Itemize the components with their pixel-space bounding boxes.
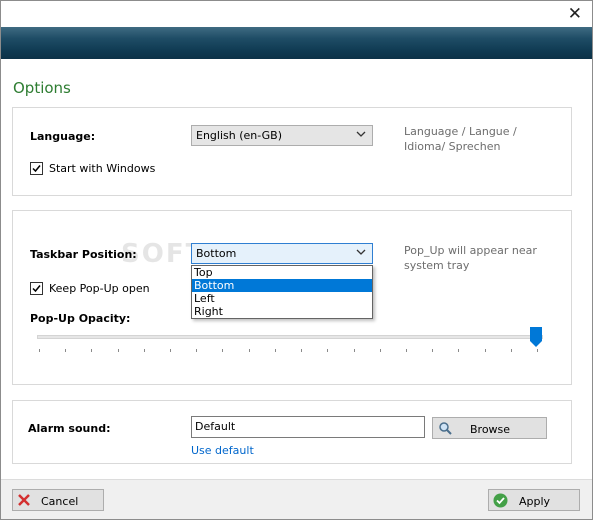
slider-tick [458,349,460,352]
slider-tick [432,349,434,352]
slider-tick [353,349,355,352]
alarm-sound-label: Alarm sound: [28,422,111,435]
title-bar: ✕ [1,1,592,27]
browse-button-label: Browse [470,423,511,436]
slider-tick [170,349,172,352]
slider-tick [405,349,407,352]
popup-opacity-label: Pop-Up Opacity: [30,312,131,325]
slider-tick [196,349,198,352]
language-select-value: English (en-GB) [196,129,282,142]
close-icon[interactable]: ✕ [568,4,582,24]
red-x-icon [18,494,30,506]
taskbar-position-label: Taskbar Position: [30,248,137,261]
apply-button-label: Apply [519,495,551,508]
slider-tick [143,349,145,352]
slider-tick [327,349,329,352]
chevron-down-icon [356,131,366,137]
language-select[interactable]: English (en-GB) [191,125,373,146]
slider-tick [537,349,538,352]
slider-tick [484,349,486,352]
slider-tick [379,349,381,352]
dropdown-option-right[interactable]: Right [192,305,372,318]
apply-button[interactable]: Apply [488,489,580,511]
chevron-down-icon [356,249,366,255]
cancel-button[interactable]: Cancel [12,489,104,511]
slider-tick [274,349,276,352]
magnifier-icon [439,422,452,435]
opacity-slider-thumb[interactable] [530,327,542,347]
start-with-windows-checkbox[interactable] [30,162,43,175]
taskbar-hint: Pop_Up will appear near system tray [404,244,537,272]
page-title: Options [13,79,71,97]
opacity-slider-track[interactable] [37,335,543,339]
slider-tick [248,349,250,352]
dropdown-option-top[interactable]: Top [192,266,372,279]
slider-tick [39,349,40,352]
checkmark-icon [32,165,41,173]
slider-tick [91,349,93,352]
green-check-icon [493,493,508,508]
language-label: Language: [30,130,96,143]
slider-tick [301,349,303,352]
use-default-link[interactable]: Use default [191,444,254,457]
header-banner [1,27,592,59]
alarm-sound-field[interactable]: Default [191,416,425,438]
dropdown-option-left[interactable]: Left [192,292,372,305]
browse-button[interactable]: Browse [432,417,547,439]
taskbar-select-value: Bottom [196,247,237,260]
slider-tick [222,349,224,352]
dropdown-option-bottom[interactable]: Bottom [192,279,372,292]
start-with-windows-label: Start with Windows [49,162,156,175]
slider-tick [65,349,67,352]
language-hint: Language / Langue / Idioma/ Sprechen [404,125,517,153]
alarm-sound-value: Default [195,420,236,433]
slider-tick [117,349,119,352]
cancel-button-label: Cancel [41,495,79,508]
slider-tick [510,349,512,352]
taskbar-position-dropdown[interactable]: Top Bottom Left Right [191,265,373,319]
keep-popup-open-checkbox[interactable] [30,282,43,295]
keep-popup-open-label: Keep Pop-Up open [49,282,150,295]
taskbar-position-select[interactable]: Bottom [191,243,373,264]
checkmark-icon [32,285,41,293]
